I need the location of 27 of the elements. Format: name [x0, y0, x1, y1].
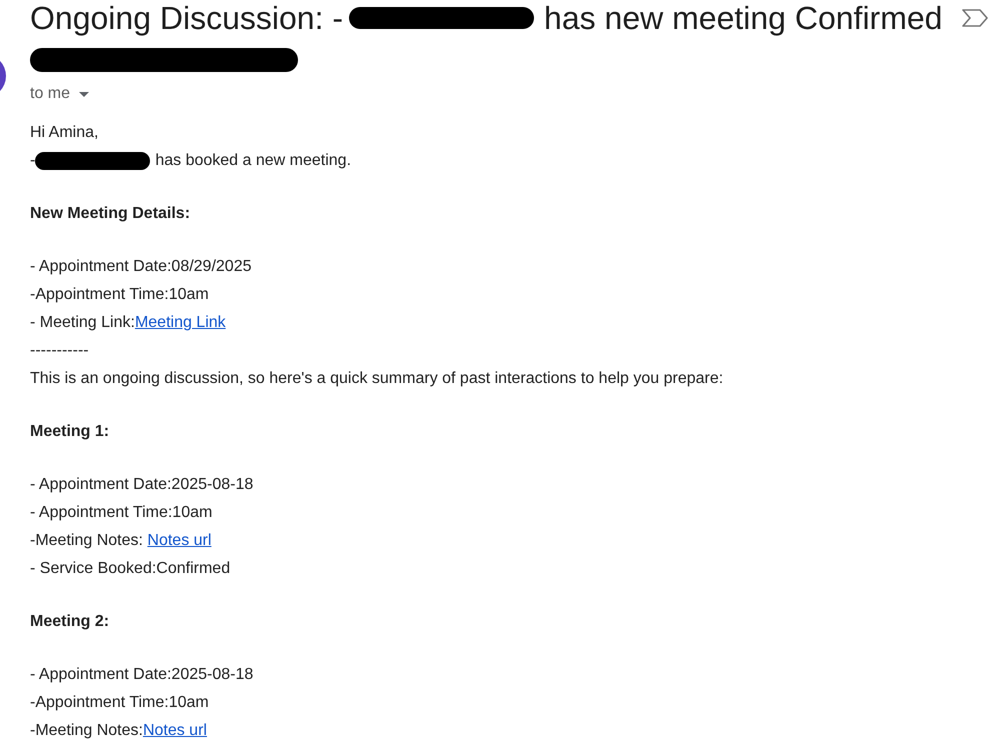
body-text: - [30, 151, 36, 171]
body-text: -Appointment Time:10am [30, 693, 209, 713]
body-text: - Appointment Date:2025-08-18 [30, 475, 254, 495]
body-text: Hi Amina, [30, 123, 98, 143]
tag-icon[interactable] [962, 9, 988, 27]
recipient-text: to me [30, 84, 70, 104]
subject-title: has new meeting Confirmed [544, 0, 942, 36]
text-link[interactable]: Notes url [142, 717, 207, 745]
body-text: - Meeting Link: [30, 313, 135, 333]
body-text: - Appointment Date:2025-08-18 [30, 665, 254, 685]
body-text: This is an ongoing discussion, so here's a quick summary of past interactions to help you prepare: [30, 369, 724, 389]
body-text: -Meeting Notes: [30, 721, 143, 741]
text-link[interactable]: Meeting Link [134, 309, 226, 337]
section-heading: New Meeting Details: [30, 204, 190, 224]
body-text: -Appointment Time:10am [30, 285, 209, 305]
section-heading: Meeting 2: [30, 612, 110, 632]
subject-title: Ongoing Discussion: - [30, 0, 344, 36]
body-text: - Appointment Date:08/29/2025 [30, 257, 252, 277]
body-text: ----------- [30, 341, 89, 361]
text-link[interactable]: Notes url [147, 527, 212, 555]
body-text: - Service Booked:Confirmed [30, 559, 230, 579]
caret-icon[interactable] [79, 92, 90, 96]
section-heading: Meeting 1: [30, 422, 110, 442]
body-text: - Appointment Time:10am [30, 503, 212, 523]
avatar-icon [0, 60, 6, 92]
body-text: has booked a new meeting. [155, 151, 352, 171]
body-text: -Meeting Notes: [30, 531, 144, 551]
